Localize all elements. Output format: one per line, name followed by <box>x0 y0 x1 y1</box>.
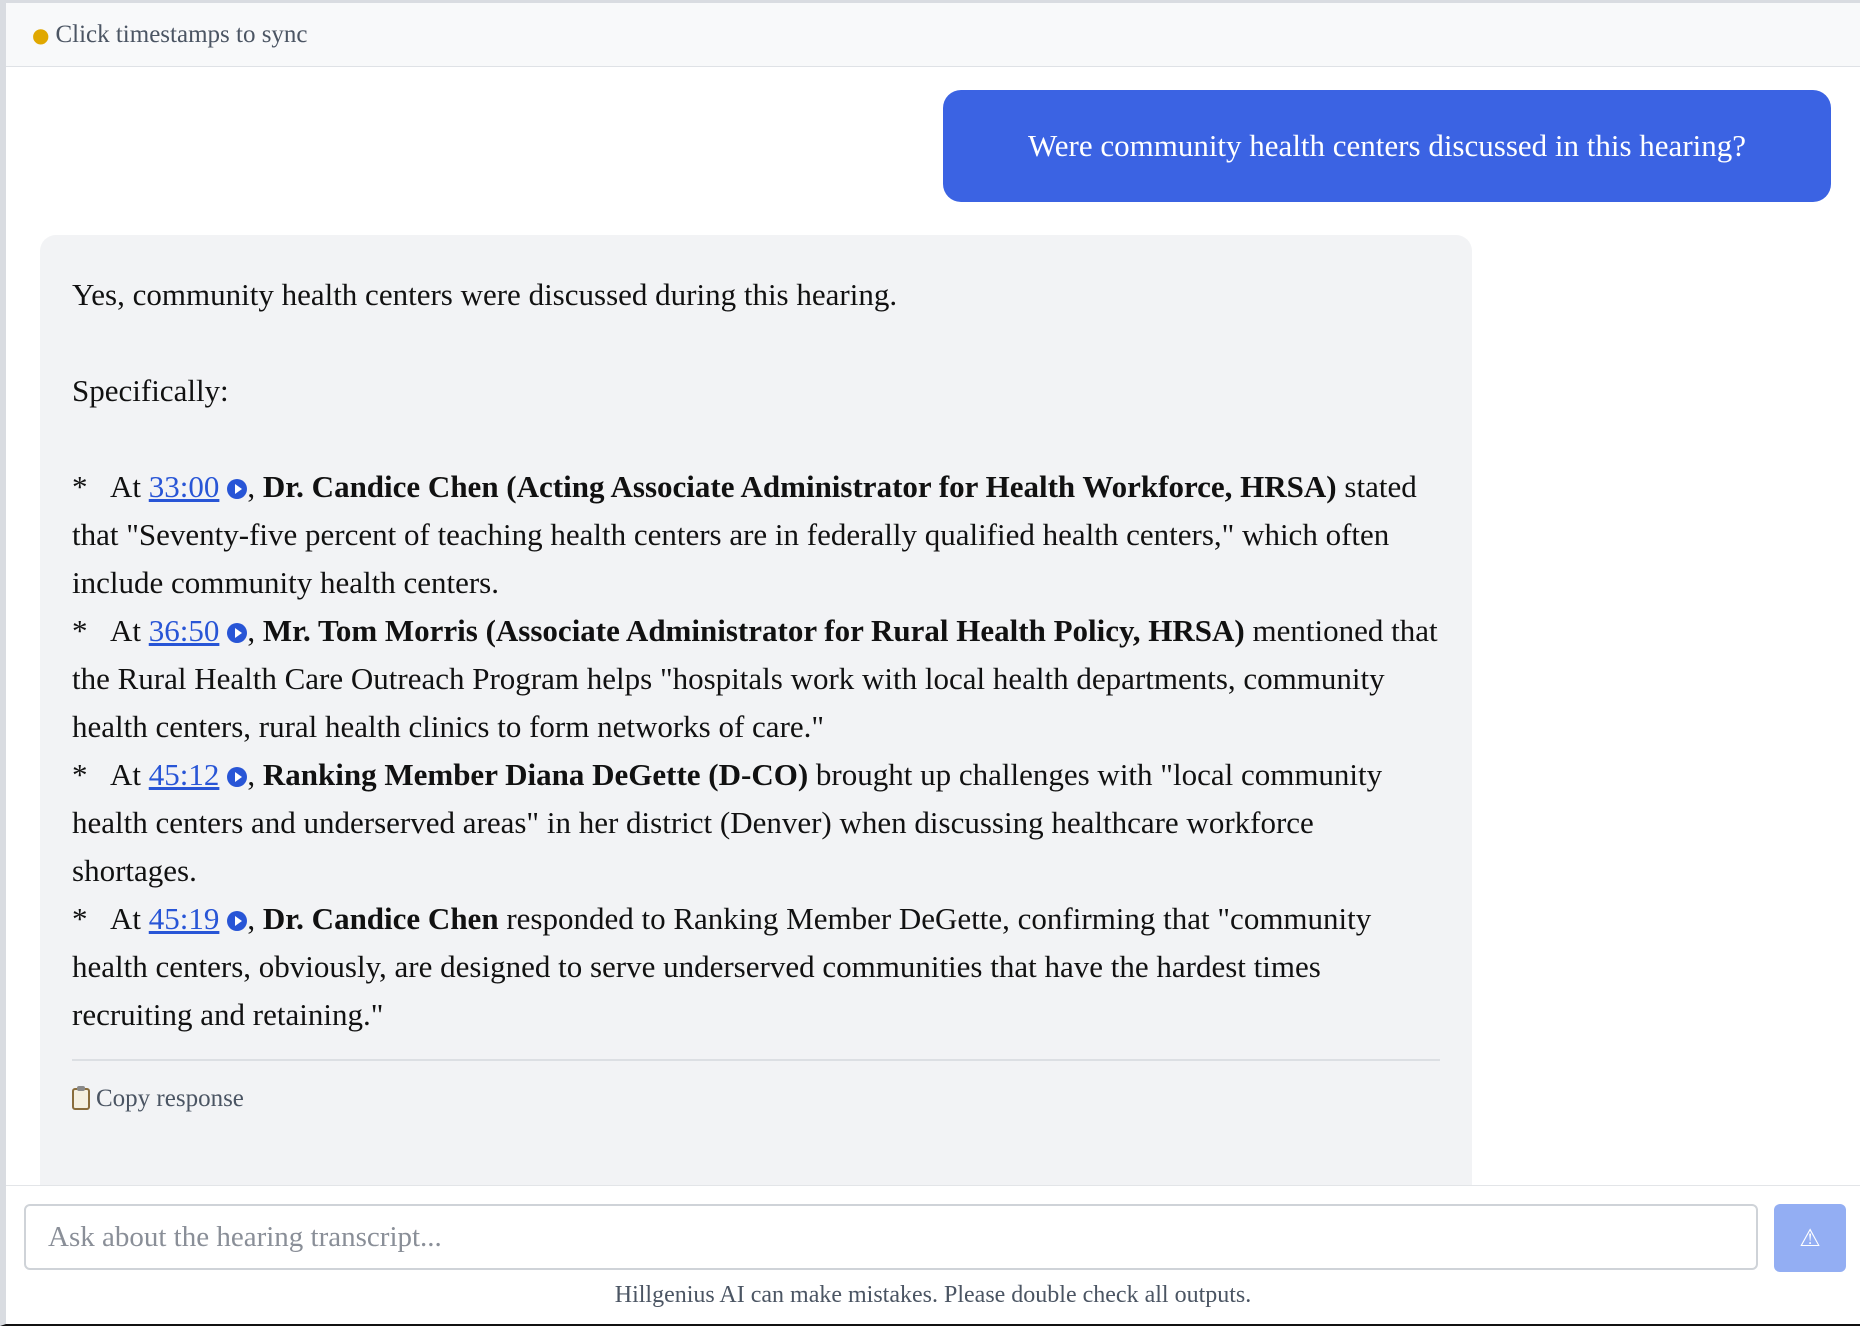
bullet-mark: * <box>72 613 88 648</box>
play-icon[interactable] <box>227 623 248 643</box>
copy-response-label: Copy response <box>96 1085 244 1112</box>
timestamp-link-3[interactable]: 45:12 <box>149 757 220 792</box>
query-input[interactable] <box>24 1204 1758 1270</box>
list-item: * At 33:00, Dr. Candice Chen (Acting Asso… <box>72 463 1440 607</box>
chat-window: ● Click timestamps to sync Were communit… <box>0 0 1860 1326</box>
speaker-name: Dr. Candice Chen <box>262 901 499 936</box>
speaker-name: Mr. Tom Morris (Associate Administrator … <box>262 613 1245 648</box>
ai-response-text: Yes, community health centers were discu… <box>72 271 1440 1039</box>
send-button[interactable]: ⚠ <box>1774 1204 1846 1272</box>
warning-icon: ⚠ <box>1799 1224 1821 1252</box>
at-label: At <box>110 613 141 648</box>
play-icon[interactable] <box>227 911 248 931</box>
sync-tip-bar: ● Click timestamps to sync <box>6 3 1860 67</box>
ai-response-bubble: Yes, community health centers were discu… <box>40 235 1472 1235</box>
at-label: At <box>110 757 141 792</box>
list-item: * At 36:50, Mr. Tom Morris (Associate Adm… <box>72 607 1440 751</box>
timestamp-link-4[interactable]: 45:19 <box>149 901 220 936</box>
bullet-mark: * <box>72 757 88 792</box>
ai-intro: Yes, community health centers were discu… <box>72 277 898 312</box>
response-divider <box>72 1059 1440 1061</box>
user-message-bubble: Were community health centers discussed … <box>943 90 1831 202</box>
sync-tip-text: Click timestamps to sync <box>55 20 308 48</box>
at-label: At <box>110 469 141 504</box>
play-icon[interactable] <box>227 767 248 787</box>
bullet-mark: * <box>72 469 88 504</box>
play-icon[interactable] <box>227 479 248 499</box>
lightbulb-icon: ● <box>32 22 50 47</box>
timestamp-link-2[interactable]: 36:50 <box>149 613 220 648</box>
speaker-name: Ranking Member Diana DeGette (D-CO) <box>262 757 809 792</box>
user-message-text: Were community health centers discussed … <box>1027 128 1747 163</box>
clipboard-icon <box>72 1086 90 1110</box>
bullet-mark: * <box>72 901 88 936</box>
list-item: * At 45:19, Dr. Candice Chen responded to… <box>72 895 1440 1039</box>
input-area: ⚠ Hillgenius AI can make mistakes. Pleas… <box>6 1185 1860 1324</box>
list-item: * At 45:12, Ranking Member Diana DeGette … <box>72 751 1440 895</box>
timestamp-link-1[interactable]: 33:00 <box>149 469 220 504</box>
at-label: At <box>110 901 141 936</box>
copy-response-button[interactable]: Copy response <box>72 1085 1440 1113</box>
disclaimer-text: Hillgenius AI can make mistakes. Please … <box>614 1282 1252 1308</box>
ai-lead: Specifically: <box>72 373 229 408</box>
speaker-name: Dr. Candice Chen (Acting Associate Admin… <box>262 469 1337 504</box>
